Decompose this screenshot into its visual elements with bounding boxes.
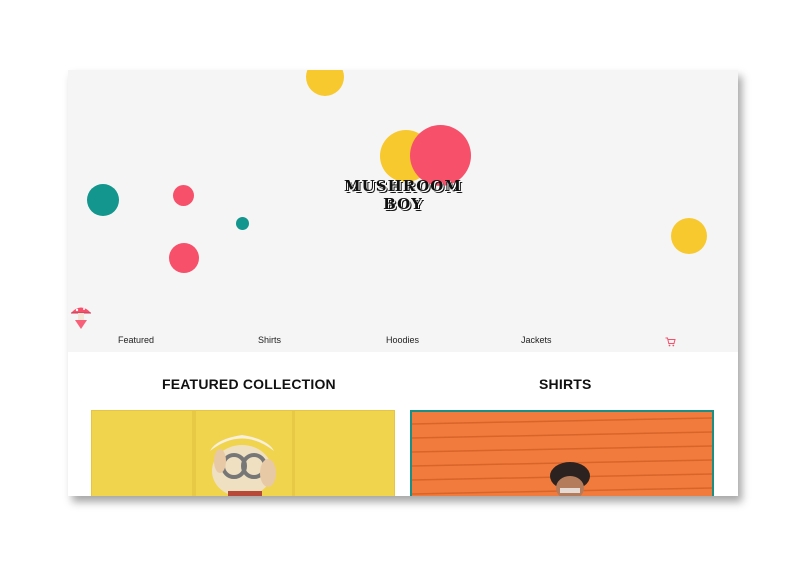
cart-icon[interactable] — [665, 337, 676, 347]
browser-viewport: MUSHROOM BOY Featured Shirts Hoodies Jac… — [68, 70, 738, 496]
nav-item-hoodies[interactable]: Hoodies — [386, 335, 419, 345]
featured-collection-image[interactable] — [91, 410, 395, 496]
nav-item-jackets[interactable]: Jackets — [521, 335, 552, 345]
decor-dot-teal-small — [236, 217, 249, 230]
decor-dot-pink-lower — [169, 243, 199, 273]
brand-logo[interactable]: MUSHROOM BOY — [343, 177, 463, 213]
mushroom-icon[interactable] — [70, 304, 92, 330]
hero-banner: MUSHROOM BOY Featured Shirts Hoodies Jac… — [68, 70, 738, 352]
decor-dot-yellow-right — [671, 218, 707, 254]
main-nav: Featured Shirts Hoodies Jackets — [68, 332, 738, 352]
decor-dot-yellow-top — [306, 70, 344, 96]
decor-dot-pink-small — [173, 185, 194, 206]
section-title-shirts: SHIRTS — [539, 376, 592, 392]
section-title-featured: FEATURED COLLECTION — [162, 376, 336, 392]
decor-dot-teal-left — [87, 184, 119, 216]
featured-photo-illustration — [92, 411, 394, 496]
shirts-collection-image[interactable] — [410, 410, 714, 496]
nav-item-shirts[interactable]: Shirts — [258, 335, 281, 345]
nav-item-featured[interactable]: Featured — [118, 335, 154, 345]
shirts-photo-illustration — [412, 412, 712, 496]
